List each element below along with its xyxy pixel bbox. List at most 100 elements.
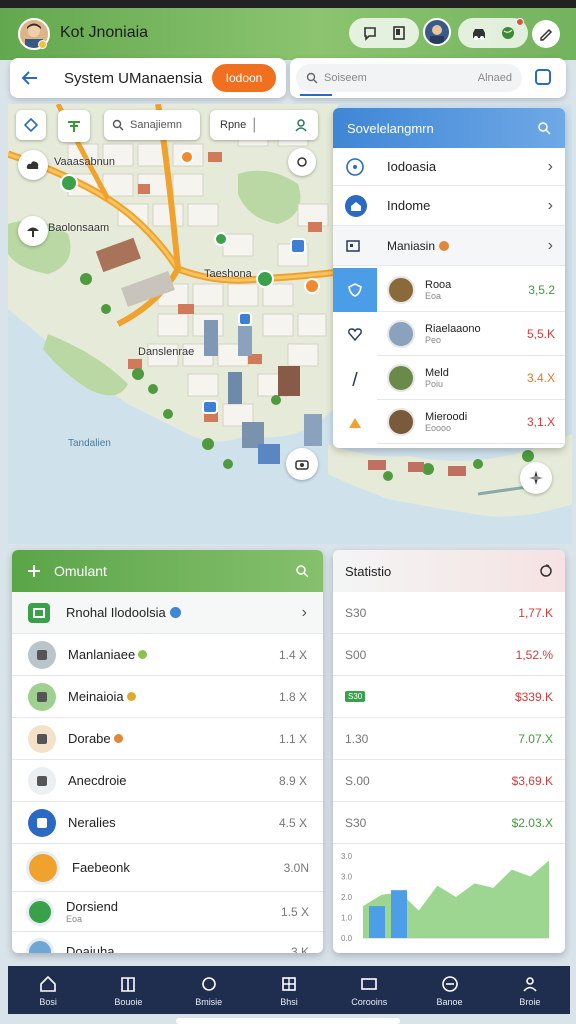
search-icon[interactable] [537,121,551,135]
side-panel-header: Sovelelangmrn [333,108,565,148]
shield-icon [348,283,362,297]
tab-book[interactable]: Bouoie [93,974,163,1007]
stats-row-left: S30 [345,605,367,620]
list-item-label: Doaiuha [66,944,115,953]
chat-icon[interactable] [358,21,382,45]
tab-home[interactable]: Bosi [13,974,83,1007]
tree-icon[interactable] [18,216,48,246]
pen-icon[interactable] [347,370,363,388]
side-entry-value: 3.4.X [526,370,555,385]
camera-icon[interactable] [286,448,318,480]
warning-icon[interactable] [347,414,363,430]
stats-row[interactable]: 1.30 7.07.X [333,718,565,760]
layers-icon[interactable] [58,110,90,142]
list-item[interactable]: Manlaniaee 1.4 X [12,634,323,676]
map-pin-icon[interactable] [214,232,228,246]
stats-row-left: S30 [345,691,366,702]
list-item[interactable]: Meinaioia 1.8 X [12,676,323,718]
tab-chat[interactable]: Bmisie [174,974,244,1007]
search-icon [306,72,318,84]
side-entry[interactable]: Mieroodi Eoooo 3,1.X [377,400,565,444]
profile-avatar[interactable] [423,18,451,46]
map-search-input[interactable]: Sanajiemn [104,110,200,140]
add-icon[interactable] [26,563,42,579]
tab-compass[interactable]: Banoe [415,974,485,1007]
side-item-label: Iodoasia [387,159,437,174]
edit-icon[interactable] [532,20,560,48]
tab-map[interactable]: Corooins [334,974,404,1007]
document-icon[interactable] [387,21,411,45]
search-placeholder: Soiseem [324,72,367,84]
verified-icon [169,607,181,618]
side-item[interactable]: Indome › [333,186,565,226]
side-item[interactable]: Iodoasia › [333,148,565,186]
list-item-icon [28,682,56,711]
status-bar [0,0,576,8]
map-pin-icon[interactable] [180,150,194,164]
map-pin-icon[interactable] [60,174,78,192]
stats-row[interactable]: S00 1,52.% [333,634,565,676]
map-pin-icon[interactable] [202,400,218,414]
globe-icon[interactable] [496,18,524,45]
search-icon [112,119,124,131]
system-toolbar: System UManaensia Iodoon [10,58,286,98]
side-entry[interactable]: Rooa Eoa 3,5.2 [377,268,565,312]
stats-row[interactable]: S30 $339.K [333,676,565,718]
list-item[interactable]: Neralies 4.5 X [12,802,323,844]
chat-icon [201,976,216,991]
search-input[interactable]: Soiseem Alnaed [296,64,522,92]
refresh-icon[interactable] [539,564,553,578]
heart-icon[interactable] [347,326,363,342]
list-item-label: Faebeonk [72,860,130,875]
back-button[interactable] [10,58,50,98]
map-filter-chip[interactable]: Rpne | [210,110,318,140]
side-entry-name: Meld [425,366,449,379]
map-pin-icon[interactable] [238,312,252,326]
list-item-value: 1.8 X [278,689,307,704]
stats-row[interactable]: S.00 $3,69.K [333,760,565,802]
side-entry[interactable]: Riaelaaono Peo 5,5.K [377,312,565,356]
place-thumbnail-icon [387,363,415,392]
locate-icon[interactable] [16,110,46,140]
stats-row[interactable]: S30 $2.03.X [333,802,565,844]
car-icon[interactable] [467,21,491,45]
side-item[interactable]: Maniasin › [333,226,565,266]
stats-row-value: $339.K [514,689,553,704]
stats-chart: 0.0 1.0 2.0 3.0 3.0 [333,844,565,953]
list-item-value: 1.1 X [278,731,307,746]
map-pin-icon[interactable] [290,238,306,254]
search-icon[interactable] [295,564,309,578]
stats-row[interactable]: S30 1,77.K [333,592,565,634]
weather-icon[interactable] [18,150,48,180]
chip-label: Rpne [220,119,247,131]
list-item[interactable]: Faebeonk 3.0N [12,844,323,892]
list-item[interactable]: Anecdroie 8.9 X [12,760,323,802]
action-button[interactable]: Iodoon [212,64,276,92]
header-icon-group-1 [349,18,419,48]
chart-bar [391,890,407,938]
chart-ytick-label: 3.0 [341,873,353,882]
tab-label: Bouoie [114,996,143,1007]
grid-view-icon[interactable] [534,68,552,86]
status-dot-icon [113,734,123,743]
zoom-icon[interactable] [288,148,316,176]
tab-label: Bmisie [195,996,223,1007]
map-pin-icon[interactable] [304,278,320,294]
tab-grid[interactable]: Bhsi [254,974,324,1007]
side-entry-name: Riaelaaono [425,322,481,335]
map-icon [361,977,378,990]
chart-bar [369,906,385,938]
featured-icon [28,602,50,623]
stats-row-left: 1.30 [345,731,369,746]
compass-icon[interactable] [520,462,552,494]
city-map[interactable]: Sanajiemn Rpne | Vaaasabnun Baolonsaam T… [8,104,572,544]
side-entry[interactable]: Meld Poiu 3.4.X [377,356,565,400]
featured-item[interactable]: Rnohal Ilodoolsia › [12,592,323,634]
list-item[interactable]: Dorabe 1.1 X [12,718,323,760]
map-pin-icon[interactable] [256,270,274,288]
tab-profile[interactable]: Broie [495,974,565,1007]
tab-label: Corooins [351,996,388,1007]
list-item[interactable]: Doaiuha 3.K [12,932,323,953]
list-item[interactable]: Dorsiend Eoa 1.5 X [12,892,323,932]
chevron-right-icon: › [547,236,553,254]
